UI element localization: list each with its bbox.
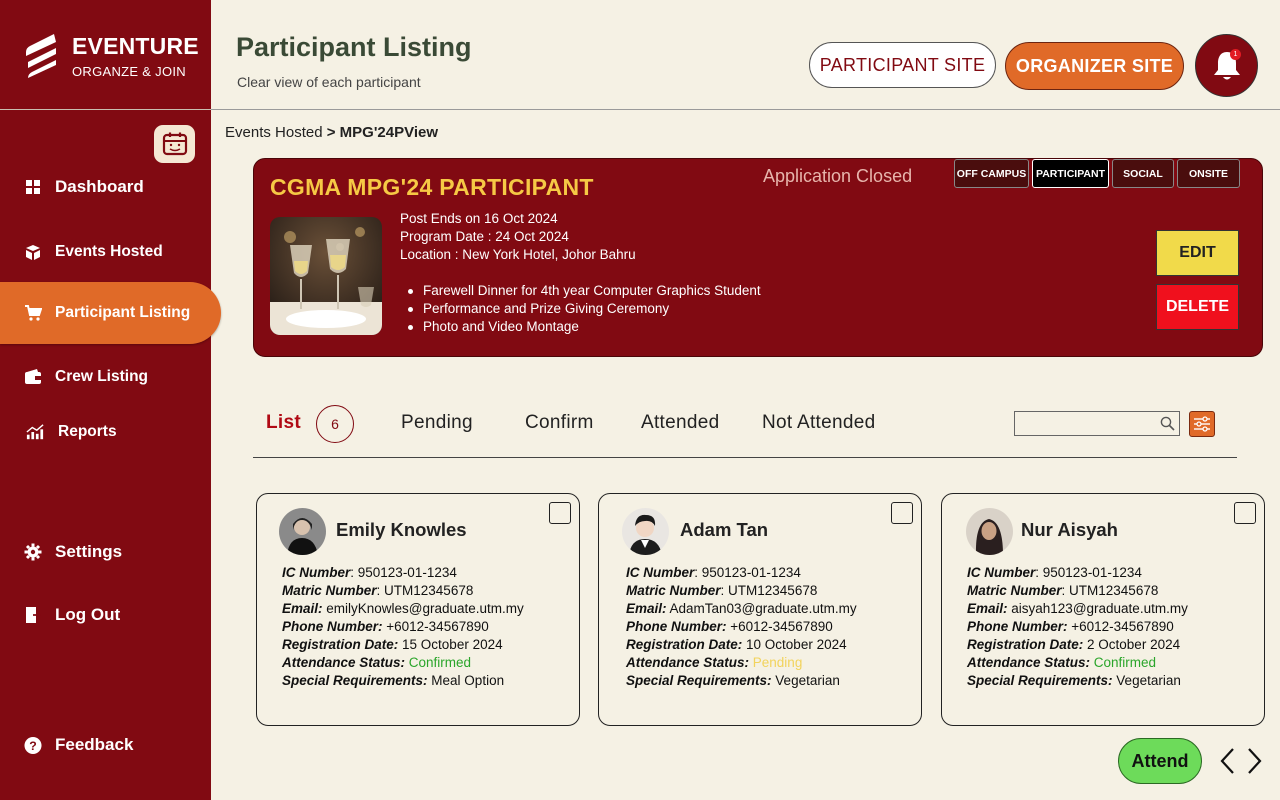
edit-button[interactable]: EDIT xyxy=(1156,230,1239,276)
eventure-logo-icon xyxy=(26,34,56,78)
event-post-ends: Post Ends on 16 Oct 2024 xyxy=(400,211,558,226)
wallet-icon xyxy=(24,368,42,386)
tab-not-attended[interactable]: Not Attended xyxy=(762,412,875,434)
sidebar-item-settings[interactable]: Settings xyxy=(0,530,211,574)
tab-list[interactable]: List xyxy=(266,412,301,434)
tag-participant: PARTICIPANT xyxy=(1032,159,1109,188)
search-box xyxy=(1014,411,1180,436)
event-details: Post Ends on 16 Oct 2024 Program Date : … xyxy=(400,210,636,264)
sidebar-item-reports[interactable]: Reports xyxy=(0,410,211,454)
event-program-date: Program Date : 24 Oct 2024 xyxy=(400,229,569,244)
notification-button[interactable]: 1 xyxy=(1195,34,1258,97)
tab-attended[interactable]: Attended xyxy=(641,412,719,434)
sidebar-item-feedback[interactable]: ? Feedback xyxy=(0,723,211,767)
event-title: CGMA MPG'24 PARTICIPANT xyxy=(270,174,594,200)
brand: EVENTURE ORGANZE & JOIN xyxy=(0,0,211,110)
sidebar-item-label: Crew Listing xyxy=(55,368,149,385)
event-image xyxy=(270,217,382,335)
filter-button[interactable] xyxy=(1189,411,1215,437)
attend-button[interactable]: Attend xyxy=(1118,738,1202,784)
sidebar-item-label: Reports xyxy=(58,423,117,440)
breadcrumb: Events Hosted > MPG'24PView xyxy=(225,124,438,141)
status-badge: Pending xyxy=(749,655,803,670)
page-title: Participant Listing xyxy=(236,32,472,62)
tag-social: SOCIAL xyxy=(1112,159,1174,188)
dashboard-grid-icon xyxy=(24,178,42,196)
calendar-icon xyxy=(162,132,187,156)
sidebar-item-participant-listing[interactable]: Participant Listing xyxy=(0,282,221,344)
help-icon: ? xyxy=(24,736,42,754)
sidebar-item-label: Feedback xyxy=(55,735,134,754)
page-subtitle: Clear view of each participant xyxy=(237,74,421,90)
chevron-left-icon xyxy=(1220,748,1234,774)
status-badge: Confirmed xyxy=(1090,655,1157,670)
sidebar-item-dashboard[interactable]: Dashboard xyxy=(0,165,211,209)
delete-button[interactable]: DELETE xyxy=(1156,284,1239,330)
participant-name: Emily Knowles xyxy=(336,519,467,540)
event-location: Location : New York Hotel, Johor Bahru xyxy=(400,247,636,262)
breadcrumb-separator: > xyxy=(326,124,336,141)
participant-card: Nur Aisyah IC Number: 950123-01-1234 Mat… xyxy=(941,493,1265,726)
sidebar-item-label: Log Out xyxy=(55,605,121,624)
chevron-right-icon xyxy=(1248,748,1262,774)
next-page-button[interactable] xyxy=(1244,746,1266,776)
avatar xyxy=(279,508,326,555)
avatar xyxy=(622,508,669,555)
select-checkbox[interactable] xyxy=(1234,502,1256,524)
brand-name: EVENTURE xyxy=(72,33,199,59)
participant-card: Adam Tan IC Number: 950123-01-1234 Matri… xyxy=(598,493,922,726)
page-header: Participant Listing Clear view of each p… xyxy=(211,0,1280,110)
participant-name: Adam Tan xyxy=(680,519,769,540)
svg-text:?: ? xyxy=(29,738,37,752)
calendar-button[interactable] xyxy=(154,125,195,163)
sidebar-item-label: Dashboard xyxy=(55,177,144,196)
gear-icon xyxy=(24,543,42,561)
tag-off-campus: OFF CAMPUS xyxy=(954,159,1029,188)
sidebar: EVENTURE ORGANZE & JOIN Dashboard Events… xyxy=(0,0,221,800)
event-card: CGMA MPG'24 PARTICIPANT Application Clos… xyxy=(253,158,1263,357)
organizer-site-button[interactable]: ORGANIZER SITE xyxy=(1005,42,1184,90)
select-checkbox[interactable] xyxy=(891,502,913,524)
sidebar-item-logout[interactable]: Log Out xyxy=(0,593,211,637)
avatar xyxy=(966,508,1013,555)
cart-icon xyxy=(24,304,42,322)
event-tags: OFF CAMPUS PARTICIPANT SOCIAL ONSITE xyxy=(954,159,1240,188)
participant-details: IC Number: 950123-01-1234 Matric Number:… xyxy=(282,565,524,688)
participant-card: Emily Knowles IC Number: 950123-01-1234 … xyxy=(256,493,580,726)
event-highlight-item: Farewell Dinner for 4th year Computer Gr… xyxy=(400,282,761,300)
logout-icon xyxy=(24,606,42,624)
sidebar-item-label: Events Hosted xyxy=(55,243,163,260)
breadcrumb-link-events-hosted[interactable]: Events Hosted xyxy=(225,124,323,141)
notification-badge: 1 xyxy=(1230,49,1241,60)
event-highlight-item: Photo and Video Montage xyxy=(400,318,761,336)
breadcrumb-current: MPG'24PView xyxy=(339,124,439,141)
search-icon[interactable] xyxy=(1160,416,1175,431)
participant-site-button[interactable]: PARTICIPANT SITE xyxy=(809,42,996,88)
status-badge: Confirmed xyxy=(405,655,472,670)
list-count-badge: 6 xyxy=(316,405,354,443)
tag-onsite: ONSITE xyxy=(1177,159,1240,188)
filter-sliders-icon xyxy=(1194,416,1210,432)
participant-name: Nur Aisyah xyxy=(1021,519,1118,540)
sidebar-item-label: Participant Listing xyxy=(55,304,191,321)
event-highlights: Farewell Dinner for 4th year Computer Gr… xyxy=(400,282,761,336)
event-status: Application Closed xyxy=(763,166,913,186)
sidebar-item-label: Settings xyxy=(55,542,123,561)
participant-details: IC Number: 950123-01-1234 Matric Number:… xyxy=(967,565,1188,688)
sidebar-item-crew-listing[interactable]: Crew Listing xyxy=(0,355,211,399)
tab-pending[interactable]: Pending xyxy=(401,412,473,434)
sidebar-item-events-hosted[interactable]: Events Hosted xyxy=(0,230,211,274)
brand-tagline: ORGANZE & JOIN xyxy=(72,64,186,79)
search-input[interactable] xyxy=(1015,412,1155,435)
chart-icon xyxy=(26,423,44,441)
participant-details: IC Number: 950123-01-1234 Matric Number:… xyxy=(626,565,857,688)
box-icon xyxy=(24,243,42,261)
participant-tabs: List 6 Pending Confirm Attended Not Atte… xyxy=(253,400,1237,458)
prev-page-button[interactable] xyxy=(1216,746,1238,776)
tab-confirm[interactable]: Confirm xyxy=(525,412,594,434)
event-highlight-item: Performance and Prize Giving Ceremony xyxy=(400,300,761,318)
select-checkbox[interactable] xyxy=(549,502,571,524)
